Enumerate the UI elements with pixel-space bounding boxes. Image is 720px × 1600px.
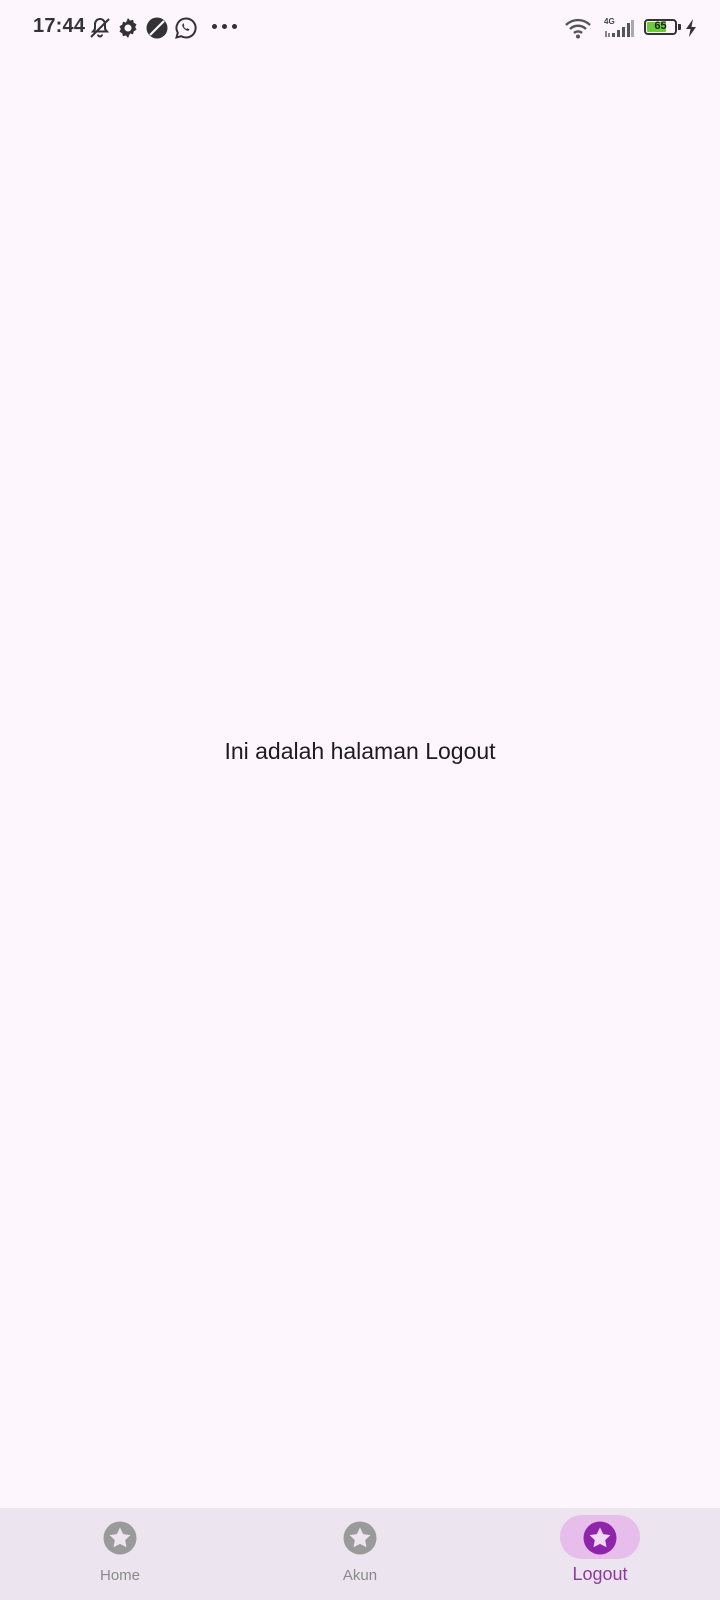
nav-label-akun: Akun	[342, 1567, 378, 1584]
nav-item-akun[interactable]: Akun	[280, 1508, 440, 1600]
more-icon	[212, 24, 238, 30]
page-message: Ini adalah halaman Logout	[224, 738, 496, 764]
status-bar: 17:44 4G 65	[0, 0, 720, 56]
nav-label-logout: Logout	[572, 1564, 628, 1584]
bottom-navigation: Home Akun Logout	[0, 1508, 720, 1600]
whatsapp-icon	[174, 16, 198, 40]
wifi-icon	[564, 16, 592, 40]
star-icon	[343, 1521, 377, 1555]
nav-item-home[interactable]: Home	[40, 1508, 200, 1600]
nav-item-logout[interactable]: Logout	[520, 1508, 680, 1600]
battery-icon: 65	[644, 19, 677, 35]
circle-slash-icon	[145, 16, 169, 40]
star-icon	[583, 1521, 617, 1555]
status-time: 17:44	[33, 15, 86, 37]
app-screen: 17:44 4G 65 Ini adalah halaman Logout Ho…	[0, 0, 720, 1600]
battery-level: 65	[654, 20, 667, 32]
battery-tip	[678, 24, 681, 30]
nav-label-home: Home	[99, 1567, 140, 1584]
bell-off-icon	[88, 16, 112, 40]
signal-icon	[604, 18, 634, 38]
charging-icon	[684, 18, 698, 38]
gear-icon	[116, 16, 140, 40]
star-icon	[103, 1521, 137, 1555]
